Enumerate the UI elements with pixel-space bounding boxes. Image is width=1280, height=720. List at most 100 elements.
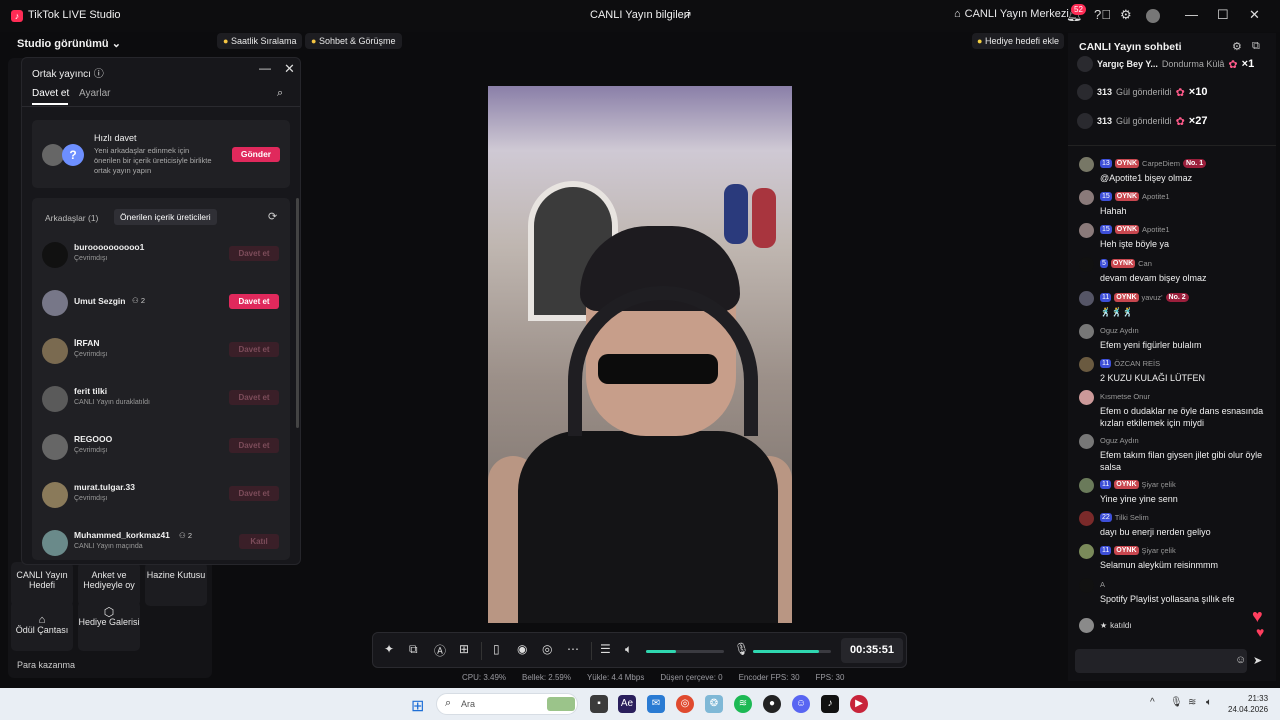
- live-center-button[interactable]: ⌂ CANLI Yayın Merkezi: [954, 8, 1069, 20]
- invite-button[interactable]: Davet et: [229, 294, 279, 309]
- scrollbar[interactable]: [296, 198, 299, 428]
- discord-icon[interactable]: ☺: [792, 695, 810, 713]
- chat-username[interactable]: Tilki Selim: [1115, 513, 1149, 522]
- hourly-ranking-pill[interactable]: ● Saatlik Sıralama: [217, 33, 303, 49]
- avatar[interactable]: [1079, 291, 1094, 306]
- windows-start-icon[interactable]: ⊞: [411, 696, 424, 716]
- popout-icon[interactable]: ⧉: [1252, 40, 1260, 53]
- gear-icon[interactable]: ⚙: [1232, 40, 1242, 53]
- task-view-icon[interactable]: ▪: [590, 695, 608, 713]
- chat-input[interactable]: ☺: [1075, 649, 1247, 673]
- chat-username[interactable]: Apotite1: [1142, 192, 1170, 201]
- app-icon[interactable]: ●: [763, 695, 781, 713]
- chat-username[interactable]: Can: [1138, 259, 1152, 268]
- add-source-icon[interactable]: ⊞: [459, 642, 469, 656]
- microphone-icon[interactable]: 🎙︎: [1170, 697, 1183, 708]
- maximize-icon[interactable]: ☐: [1217, 7, 1229, 23]
- avatar[interactable]: [42, 434, 68, 460]
- chat-username[interactable]: Apotite1: [1142, 225, 1170, 234]
- add-gift-goal-pill[interactable]: ● Hediye hedefi ekle: [972, 33, 1065, 49]
- avatar[interactable]: [42, 338, 68, 364]
- chat-username[interactable]: A: [1100, 580, 1105, 589]
- tiktok-icon[interactable]: ♪: [821, 695, 839, 713]
- avatar[interactable]: [1079, 357, 1094, 372]
- ai-icon[interactable]: Ⓐ: [434, 642, 446, 659]
- emoji-icon[interactable]: ☺: [1235, 654, 1246, 666]
- avatar[interactable]: [1079, 390, 1094, 405]
- phone-icon[interactable]: ▯: [493, 642, 500, 656]
- treasure-box-tile[interactable]: Hazine Kutusu: [145, 562, 207, 606]
- speaker-icon[interactable]: 🔈︎: [1206, 697, 1212, 708]
- tab-friends[interactable]: Arkadaşlar (1): [45, 213, 98, 223]
- send-button[interactable]: Gönder: [232, 147, 280, 162]
- avatar[interactable]: [1079, 223, 1094, 238]
- app-icon[interactable]: ❂: [705, 695, 723, 713]
- taskbar-search[interactable]: ⌕ Ara: [436, 693, 578, 715]
- avatar[interactable]: [1079, 478, 1094, 493]
- recorder-icon[interactable]: ▶: [850, 695, 868, 713]
- audio-settings-icon[interactable]: ☰: [600, 642, 611, 656]
- microphone-icon[interactable]: 🎙︎: [734, 642, 749, 656]
- poll-tile[interactable]: Anket ve Hediyeyle oy: [78, 562, 140, 606]
- invite-button[interactable]: Davet et: [229, 390, 279, 405]
- avatar[interactable]: [42, 386, 68, 412]
- tab-invite[interactable]: Davet et: [32, 88, 69, 99]
- reward-bag-tile[interactable]: ⌂ Ödül Çantası: [11, 601, 73, 651]
- close-icon[interactable]: ✕: [284, 61, 295, 77]
- spotify-icon[interactable]: ≋: [734, 695, 752, 713]
- after-effects-icon[interactable]: Ae: [618, 695, 636, 713]
- minimize-icon[interactable]: —: [259, 61, 271, 75]
- translate-icon[interactable]: ⧉: [409, 642, 418, 657]
- avatar[interactable]: [1079, 544, 1094, 559]
- outlook-icon[interactable]: ✉: [647, 695, 665, 713]
- share-icon[interactable]: ↗: [682, 8, 692, 22]
- chat-username[interactable]: Kısmetse Onur: [1100, 392, 1150, 401]
- chrome-icon[interactable]: ◎: [676, 695, 694, 713]
- more-icon[interactable]: ⋯: [567, 642, 579, 656]
- avatar[interactable]: [1079, 511, 1094, 526]
- join-button[interactable]: Katıl: [239, 534, 279, 549]
- invite-button[interactable]: Davet et: [229, 342, 279, 357]
- chat-username[interactable]: ÖZCAN REİS: [1114, 359, 1160, 368]
- search-icon[interactable]: ⌕: [277, 87, 283, 100]
- avatar[interactable]: [1079, 324, 1094, 339]
- chat-username[interactable]: Oguz Aydın: [1100, 326, 1139, 335]
- avatar[interactable]: [42, 242, 68, 268]
- clock[interactable]: 21:33 24.04.2026: [1228, 693, 1268, 715]
- chat-username[interactable]: yavuz': [1142, 293, 1163, 302]
- studio-view-dropdown[interactable]: Studio görünümü ⌄: [17, 37, 121, 50]
- gear-icon[interactable]: ⚙: [1120, 7, 1132, 23]
- mic-level-slider[interactable]: [753, 650, 831, 653]
- avatar[interactable]: [42, 482, 68, 508]
- capture-icon[interactable]: ◎: [542, 642, 552, 656]
- record-icon[interactable]: ◉: [517, 642, 527, 656]
- chat-username[interactable]: Şiyar çelik: [1142, 480, 1176, 489]
- help-icon[interactable]: ?⃝: [1094, 7, 1111, 22]
- minimize-icon[interactable]: —: [1185, 7, 1198, 22]
- invite-button[interactable]: Davet et: [229, 486, 279, 501]
- live-goal-tile[interactable]: CANLI Yayın Hedefi: [11, 562, 73, 606]
- invite-button[interactable]: Davet et: [229, 438, 279, 453]
- tab-settings[interactable]: Ayarlar: [79, 88, 111, 99]
- live-info-button[interactable]: CANLI Yayın bilgileri: [590, 9, 690, 21]
- speaker-icon[interactable]: 🔈︎: [625, 642, 632, 657]
- invite-button[interactable]: Davet et: [229, 246, 279, 261]
- avatar[interactable]: [1079, 257, 1094, 272]
- gift-gallery-tile[interactable]: ⬡ Hediye Galerisi: [78, 601, 140, 651]
- close-icon[interactable]: ✕: [1249, 7, 1260, 23]
- chevron-up-icon[interactable]: ^: [1150, 697, 1155, 708]
- wifi-icon[interactable]: ≋: [1188, 697, 1196, 708]
- profile-avatar[interactable]: [1146, 9, 1160, 23]
- avatar[interactable]: [1079, 578, 1094, 593]
- avatar[interactable]: [1079, 434, 1094, 449]
- avatar[interactable]: [1079, 157, 1094, 172]
- magic-wand-icon[interactable]: ✦: [384, 642, 394, 656]
- send-icon[interactable]: ➤: [1253, 654, 1262, 667]
- chat-username[interactable]: Oguz Aydın: [1100, 436, 1139, 445]
- avatar[interactable]: [1079, 190, 1094, 205]
- chat-username[interactable]: CarpeDiem: [1142, 159, 1180, 168]
- refresh-icon[interactable]: ⟳: [268, 210, 277, 223]
- avatar[interactable]: [42, 530, 68, 556]
- help-icon[interactable]: ⓘ: [94, 69, 104, 80]
- tab-suggested-creators[interactable]: Önerilen içerik üreticileri: [114, 209, 217, 225]
